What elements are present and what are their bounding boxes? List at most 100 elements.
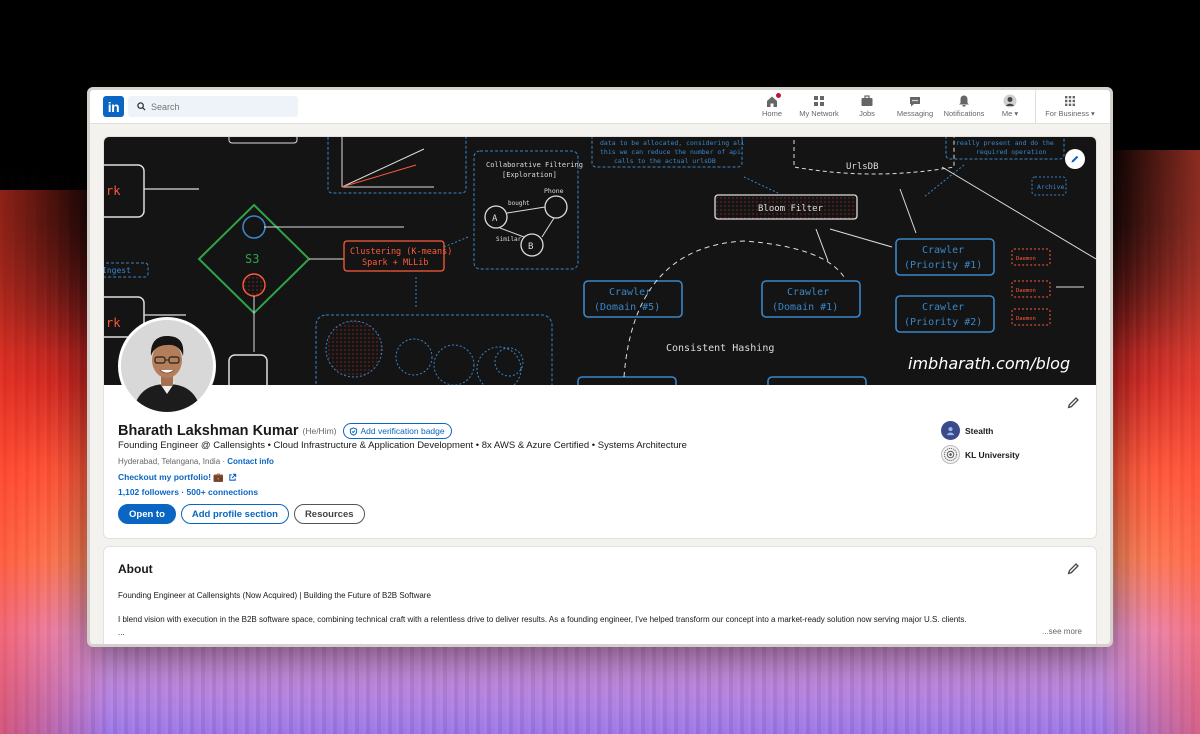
svg-text:B: B bbox=[528, 242, 533, 252]
svg-text:Spark + MLLib: Spark + MLLib bbox=[362, 258, 429, 268]
nav-for-business-label: For Business ▾ bbox=[1045, 109, 1095, 118]
banner-diagram: rk rk Ingest S3 Clustering (K-means) Spa… bbox=[104, 137, 1096, 385]
banner-note-1: data to be allocated, considering all bbox=[600, 139, 745, 147]
location-row: Hyderabad, Telangana, India · Contact in… bbox=[118, 457, 274, 466]
banner-label-clustering: Clustering (K-means) bbox=[350, 247, 452, 257]
svg-text:(Domain #1): (Domain #1) bbox=[772, 302, 838, 313]
edit-banner-button[interactable] bbox=[1065, 149, 1085, 169]
profile-banner[interactable]: rk rk Ingest S3 Clustering (K-means) Spa… bbox=[104, 137, 1096, 385]
nav-for-business[interactable]: For Business ▾ bbox=[1042, 94, 1098, 122]
top-nav: in Home My Network Jobs bbox=[90, 90, 1110, 124]
about-ellipsis: ... bbox=[118, 628, 125, 637]
banner-label-crawler-d5: Crawler bbox=[609, 287, 651, 298]
name-row: Bharath Lakshman Kumar (He/Him) Add veri… bbox=[118, 423, 452, 439]
linkedin-logo-icon[interactable]: in bbox=[103, 96, 124, 117]
banner-label-phone: Phone bbox=[544, 187, 564, 195]
nav-messaging-label: Messaging bbox=[896, 109, 934, 118]
svg-text:[Exploration]: [Exploration] bbox=[502, 171, 557, 179]
verify-label: Add verification badge bbox=[360, 426, 445, 436]
search-box[interactable] bbox=[128, 96, 298, 117]
bell-icon bbox=[957, 94, 971, 108]
education-kl-university[interactable]: KL University bbox=[941, 445, 1020, 464]
nav-jobs[interactable]: Jobs bbox=[855, 94, 879, 122]
pronouns: (He/Him) bbox=[302, 426, 337, 436]
add-profile-section-button[interactable]: Add profile section bbox=[180, 504, 289, 524]
banner-label-bloom: Bloom Filter bbox=[758, 204, 824, 214]
add-verification-badge-button[interactable]: Add verification badge bbox=[342, 423, 452, 439]
banner-label-crawler-d1: Crawler bbox=[787, 287, 829, 298]
experience-stealth[interactable]: Stealth bbox=[941, 421, 993, 440]
banner-label-collaborative: Collaborative Filtering bbox=[486, 161, 583, 169]
kl-university-logo-icon bbox=[941, 445, 960, 464]
shield-check-icon bbox=[349, 426, 357, 436]
nav-messaging[interactable]: Messaging bbox=[894, 94, 936, 122]
open-to-button[interactable]: Open to bbox=[118, 504, 176, 524]
profile-avatar[interactable] bbox=[118, 317, 216, 415]
followers-link[interactable]: 1,102 followers bbox=[118, 487, 179, 497]
nav-jobs-label: Jobs bbox=[859, 109, 875, 118]
search-icon bbox=[137, 102, 146, 111]
svg-text:A: A bbox=[492, 214, 498, 224]
network-icon bbox=[812, 94, 826, 108]
pencil-icon bbox=[1067, 397, 1079, 409]
nav-notifications[interactable]: Notifications bbox=[941, 94, 987, 122]
notification-dot bbox=[775, 92, 782, 99]
pencil-icon bbox=[1071, 155, 1079, 163]
portfolio-label: Checkout my portfolio! 💼 bbox=[118, 472, 224, 482]
svg-text:(Priority #2): (Priority #2) bbox=[904, 317, 982, 328]
stealth-label: Stealth bbox=[965, 425, 994, 436]
nav-home[interactable]: Home bbox=[760, 92, 784, 122]
message-icon bbox=[908, 94, 922, 108]
network-stats: 1,102 followers · 500+ connections bbox=[118, 487, 259, 497]
banner-label-hashing: Consistent Hashing bbox=[666, 343, 774, 354]
svg-text:this we can reduce the number: this we can reduce the number of api bbox=[600, 148, 741, 156]
profile-card: rk rk Ingest S3 Clustering (K-means) Spa… bbox=[103, 136, 1097, 539]
edit-about-button[interactable] bbox=[1067, 562, 1080, 580]
pencil-icon bbox=[1067, 563, 1079, 575]
banner-label-crawler-p2: Crawler bbox=[922, 302, 964, 313]
home-icon bbox=[765, 92, 782, 108]
profile-headline: Founding Engineer @ Callensights • Cloud… bbox=[118, 440, 687, 451]
nav-my-network-label: My Network bbox=[799, 109, 839, 118]
see-more-link[interactable]: ...see more bbox=[1042, 627, 1082, 636]
banner-label-crawler-p1: Crawler bbox=[922, 245, 964, 256]
svg-text:Daemon: Daemon bbox=[1016, 316, 1036, 322]
nav-home-label: Home bbox=[761, 109, 782, 118]
svg-text:required operation: required operation bbox=[976, 148, 1047, 156]
about-line-1: Founding Engineer at Callensights (Now A… bbox=[118, 591, 431, 600]
about-card: About Founding Engineer at Callensights … bbox=[103, 546, 1097, 644]
connections-link[interactable]: 500+ connections bbox=[187, 487, 259, 497]
profile-actions: Open to Add profile section Resources bbox=[118, 504, 370, 524]
contact-info-link[interactable]: Contact info bbox=[227, 457, 274, 466]
nav-me[interactable]: Me ▾ bbox=[998, 94, 1022, 122]
banner-label-daemon: Daemon bbox=[1016, 256, 1036, 262]
profile-name: Bharath Lakshman Kumar bbox=[118, 423, 299, 439]
nav-divider bbox=[1035, 90, 1036, 124]
background-glow-right bbox=[1100, 150, 1200, 734]
svg-text:bought: bought bbox=[508, 200, 530, 207]
nav-notifications-label: Notifications bbox=[943, 109, 985, 118]
banner-label-s3: S3 bbox=[245, 252, 259, 266]
profile-location: Hyderabad, Telangana, India bbox=[118, 457, 221, 466]
portfolio-link[interactable]: Checkout my portfolio! 💼 bbox=[118, 472, 237, 483]
grid-icon bbox=[1063, 94, 1077, 108]
svg-text:(Priority #1): (Priority #1) bbox=[904, 260, 982, 271]
banner-note-2: really present and do the bbox=[956, 139, 1054, 147]
about-title: About bbox=[118, 562, 153, 576]
kl-university-label: KL University bbox=[965, 449, 1020, 460]
svg-text:Daemon: Daemon bbox=[1016, 288, 1036, 294]
search-input[interactable] bbox=[151, 101, 291, 112]
external-link-icon bbox=[229, 473, 237, 481]
svg-text:(Domain #5): (Domain #5) bbox=[594, 302, 660, 313]
banner-label-ingest: Ingest bbox=[104, 266, 131, 275]
edit-intro-button[interactable] bbox=[1067, 396, 1080, 414]
banner-label-ark: rk bbox=[106, 184, 121, 198]
banner-url: imbharath.com/blog bbox=[908, 354, 1070, 373]
briefcase-icon bbox=[860, 94, 874, 108]
avatar-icon bbox=[1003, 94, 1017, 108]
svg-text:calls to the actual urlsDB: calls to the actual urlsDB bbox=[614, 157, 716, 165]
resources-button[interactable]: Resources bbox=[293, 504, 365, 524]
nav-me-label: Me ▾ bbox=[1001, 109, 1019, 118]
banner-label-archive: Archive bbox=[1037, 183, 1064, 191]
nav-my-network[interactable]: My Network bbox=[796, 94, 842, 122]
